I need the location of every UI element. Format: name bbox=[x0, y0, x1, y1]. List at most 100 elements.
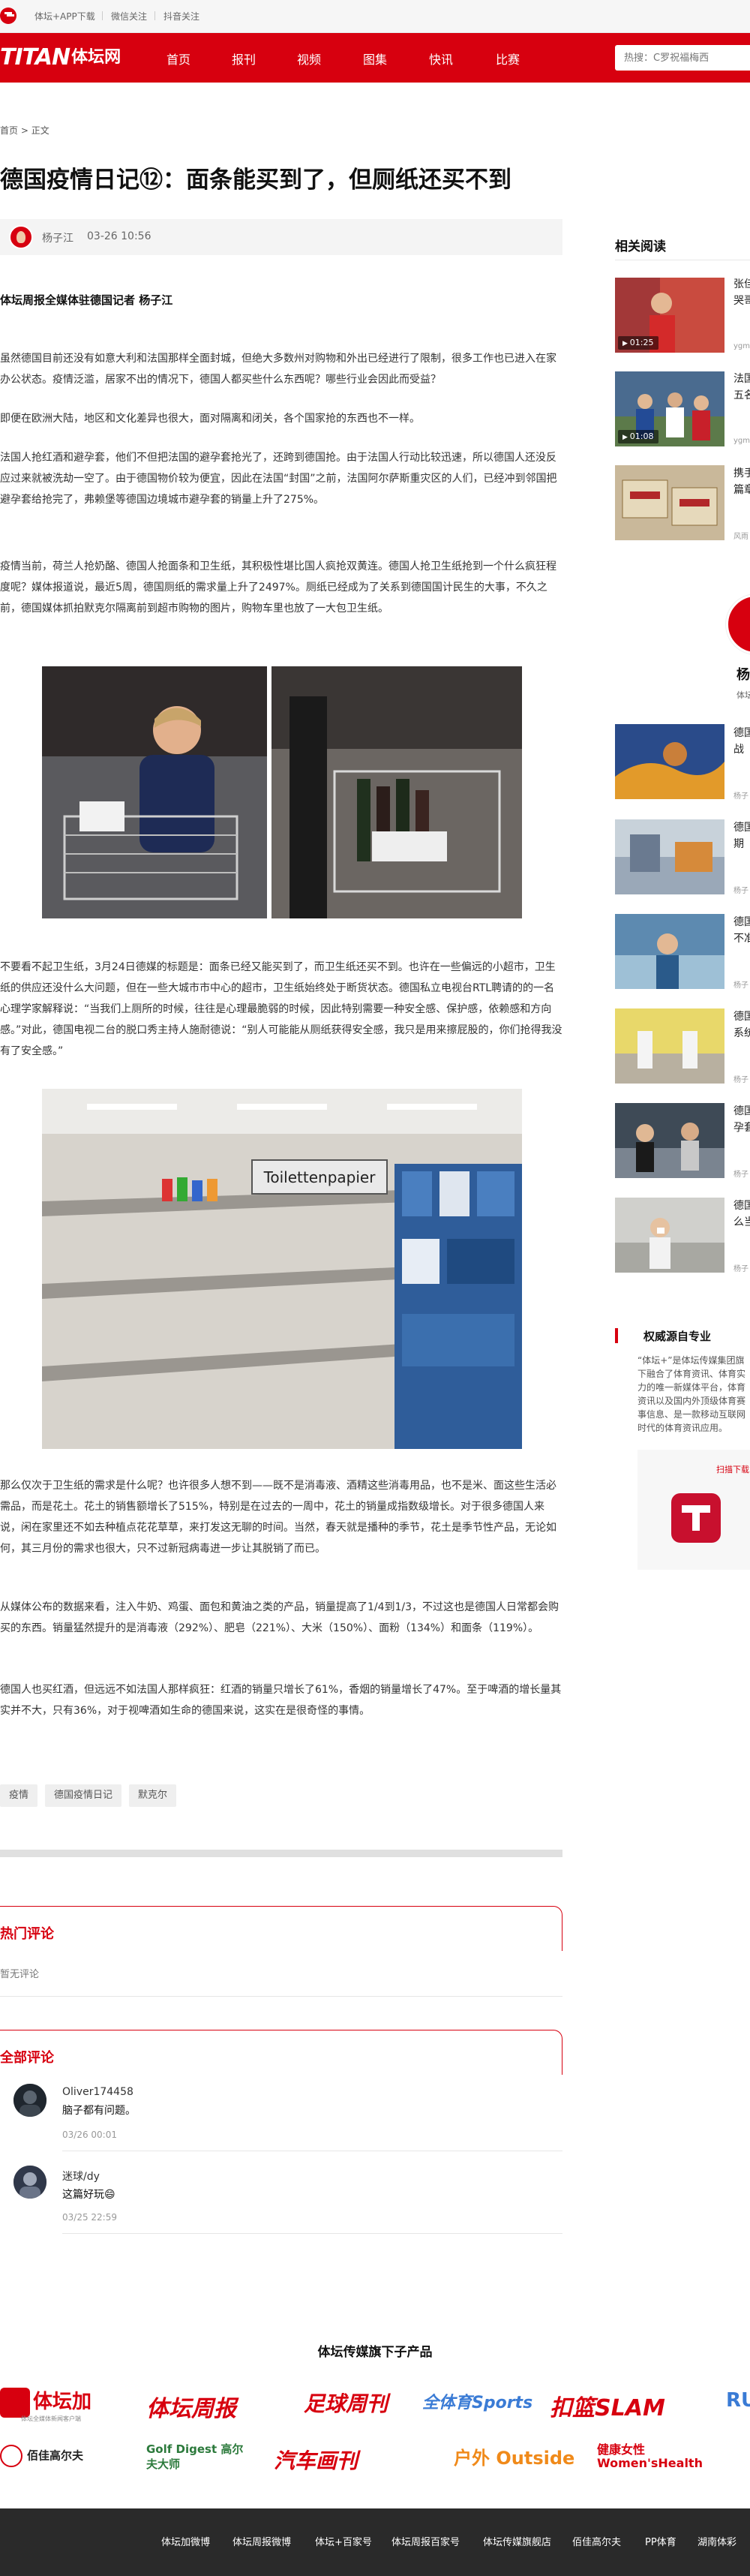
tag-item[interactable]: 默克尔 bbox=[129, 1784, 177, 1807]
author-article-title[interactable]: 德国 bbox=[734, 819, 750, 836]
scan-download-hint: 扫描下载 bbox=[716, 1465, 749, 1474]
brand-sports[interactable]: 全体育Sports bbox=[422, 2389, 532, 2413]
breadcrumb-separator: > bbox=[20, 125, 28, 136]
related-article-thumb[interactable] bbox=[615, 465, 724, 540]
author-article-thumb[interactable] bbox=[615, 1103, 724, 1178]
author-article-title-cont[interactable]: 不准 bbox=[734, 930, 750, 947]
author-article-title[interactable]: 德国 bbox=[734, 1198, 750, 1214]
titan-logo-icon[interactable] bbox=[0, 8, 16, 24]
footer-link[interactable]: 体坛+百家号 bbox=[315, 2534, 372, 2548]
author-article-title[interactable]: 德国 bbox=[734, 725, 750, 741]
douyin-follow-link[interactable]: 抖音关注 bbox=[164, 10, 200, 23]
related-video-title-cont[interactable]: 哭哥 bbox=[734, 293, 750, 309]
author-avatar-large[interactable] bbox=[726, 594, 750, 654]
related-video-thumb[interactable]: 01:25 bbox=[615, 278, 724, 353]
author-article-title[interactable]: 德国 bbox=[734, 914, 750, 930]
brand-slam[interactable]: 扣篮SLAM bbox=[550, 2389, 665, 2422]
author-avatar[interactable] bbox=[9, 225, 33, 249]
tag-item[interactable]: 疫情 bbox=[0, 1784, 38, 1807]
comment-text: 这篇好玩😄 bbox=[62, 2189, 116, 2201]
brand-baijia-golf[interactable]: 佰佳高尔夫 bbox=[0, 2445, 83, 2467]
brand-label: 体坛加 bbox=[33, 2391, 92, 2413]
baijia-golf-icon bbox=[0, 2445, 22, 2467]
author-name[interactable]: 杨子江 bbox=[42, 230, 74, 245]
footer-link[interactable]: 体坛周报微博 bbox=[232, 2534, 291, 2548]
publish-time: 03-26 10:56 bbox=[87, 230, 152, 242]
related-article-title-cont[interactable]: 篇章 bbox=[734, 482, 750, 498]
footer-link[interactable]: 体坛加微博 bbox=[161, 2534, 210, 2548]
no-comments-text: 暂无评论 bbox=[0, 1969, 40, 1980]
author-article-source: 杨子 bbox=[734, 1076, 748, 1084]
related-video-title[interactable]: 张佳 bbox=[734, 276, 750, 293]
brand-run[interactable]: RUN bbox=[726, 2389, 750, 2412]
author-card-name[interactable]: 杨子江 bbox=[736, 664, 750, 684]
brand-golf-digest[interactable]: Golf Digest 高尔夫大师 bbox=[146, 2442, 251, 2472]
related-article-title[interactable]: 携手 bbox=[734, 465, 750, 482]
accent-bar bbox=[615, 1328, 618, 1343]
author-article-title[interactable]: 德国 bbox=[734, 1008, 750, 1025]
commenter-name[interactable]: 迷球/dy bbox=[62, 2169, 100, 2184]
author-article-title-cont[interactable]: 系统 bbox=[734, 1025, 750, 1042]
author-article-title-cont[interactable]: 么当 bbox=[734, 1214, 750, 1231]
related-video-thumb[interactable]: 01:08 bbox=[615, 371, 724, 446]
related-reading-title: 相关阅读 bbox=[615, 239, 666, 254]
tiyujia-icon bbox=[0, 2387, 30, 2418]
thumb-image bbox=[615, 819, 724, 894]
author-article-thumb[interactable] bbox=[615, 724, 724, 799]
footer-link[interactable]: 体坛周报百家号 bbox=[392, 2534, 460, 2548]
thumb-image bbox=[615, 1008, 724, 1084]
article-paragraph: 从媒体公布的数据来看，注入牛奶、鸡蛋、面包和黄油之类的产品，销量提高了1/4到1… bbox=[0, 1601, 560, 1634]
commenter-avatar[interactable] bbox=[14, 2166, 46, 2199]
breadcrumb: 首页 > 正文 bbox=[0, 124, 50, 137]
nav-item-video[interactable]: 视频 bbox=[297, 50, 321, 68]
nav-item-gallery[interactable]: 图集 bbox=[363, 50, 387, 68]
brand-subtitle: 体坛全媒体新闻客户端 bbox=[21, 2415, 81, 2422]
footer-link[interactable]: PP体育 bbox=[645, 2534, 676, 2548]
thumb-image bbox=[615, 1198, 724, 1273]
thumb-image bbox=[615, 1103, 724, 1178]
wechat-follow-link[interactable]: 微信关注 bbox=[111, 10, 147, 23]
footer-link[interactable]: 湖南体彩 bbox=[698, 2534, 736, 2548]
commenter-name[interactable]: Oliver174458 bbox=[62, 2086, 134, 2098]
site-logo[interactable]: TITAN体坛网 bbox=[0, 44, 121, 72]
commenter-avatar[interactable] bbox=[14, 2084, 46, 2117]
tag-item[interactable]: 德国疫情日记 bbox=[45, 1784, 122, 1807]
author-article-title-cont[interactable]: 战 bbox=[734, 741, 750, 758]
brand-latin: TITAN bbox=[0, 44, 70, 71]
footer-link[interactable]: 体坛传媒旗舰店 bbox=[483, 2534, 551, 2548]
hot-comments-title: 热门评论 bbox=[0, 1926, 54, 1942]
author-article-thumb[interactable] bbox=[615, 819, 724, 894]
author-article-thumb[interactable] bbox=[615, 1198, 724, 1273]
comment-time: 03/26 00:01 bbox=[62, 2130, 117, 2140]
search-input[interactable] bbox=[615, 45, 742, 71]
brand-titan-weekly[interactable]: 体坛周报 bbox=[146, 2390, 236, 2423]
hot-comments-frame bbox=[0, 1906, 562, 1951]
nav-item-home[interactable]: 首页 bbox=[166, 50, 190, 68]
footer-link[interactable]: 佰佳高尔夫 bbox=[572, 2534, 621, 2548]
empty-shelves-photo: Toilettenpapier bbox=[42, 1089, 522, 1449]
related-video-title[interactable]: 法国 bbox=[734, 371, 750, 387]
author-article-thumb[interactable] bbox=[615, 914, 724, 989]
related-video-title-cont[interactable]: 五名 bbox=[734, 387, 750, 404]
nav-item-news-flash[interactable]: 快讯 bbox=[429, 50, 453, 68]
author-article-title-cont[interactable]: 期 bbox=[734, 836, 750, 852]
main-nav: TITAN体坛网 首页 报刊 视频 图集 快讯 比赛 bbox=[0, 33, 750, 83]
brand-football-weekly[interactable]: 足球周刊 bbox=[304, 2388, 388, 2418]
photo-illustration: Toilettenpapier bbox=[42, 1089, 522, 1449]
brand-auto-pictorial[interactable]: 汽车画刊 bbox=[274, 2445, 358, 2475]
author-article-title-cont[interactable]: 孕套 bbox=[734, 1120, 750, 1136]
nav-item-matches[interactable]: 比赛 bbox=[496, 50, 520, 68]
titan-app-icon[interactable] bbox=[671, 1493, 721, 1543]
all-comments-frame bbox=[0, 2030, 562, 2075]
brand-womens-health[interactable]: 健康女性 Women'sHealth bbox=[597, 2443, 747, 2470]
brands-heading: 体坛传媒旗下子产品 bbox=[317, 2345, 433, 2360]
app-download-link[interactable]: 体坛+APP下载 bbox=[34, 10, 95, 23]
breadcrumb-home[interactable]: 首页 bbox=[0, 125, 18, 136]
article-paragraph: 法国人抢红酒和避孕套，他们不但把法国的避孕套抢光了，还跨到德国抢。由于法国人行动… bbox=[0, 452, 557, 506]
brand-outside[interactable]: 户外 Outside bbox=[454, 2443, 574, 2469]
nav-item-papers[interactable]: 报刊 bbox=[232, 50, 256, 68]
article-paragraph: 那么仅次于卫生纸的需求是什么呢？也许很多人想不到——既不是消毒液、酒精这些消毒用… bbox=[0, 1480, 556, 1555]
author-article-thumb[interactable] bbox=[615, 1008, 724, 1084]
author-article-title[interactable]: 德国 bbox=[734, 1103, 750, 1120]
brand-tiyujia[interactable]: 体坛加 bbox=[0, 2386, 92, 2418]
